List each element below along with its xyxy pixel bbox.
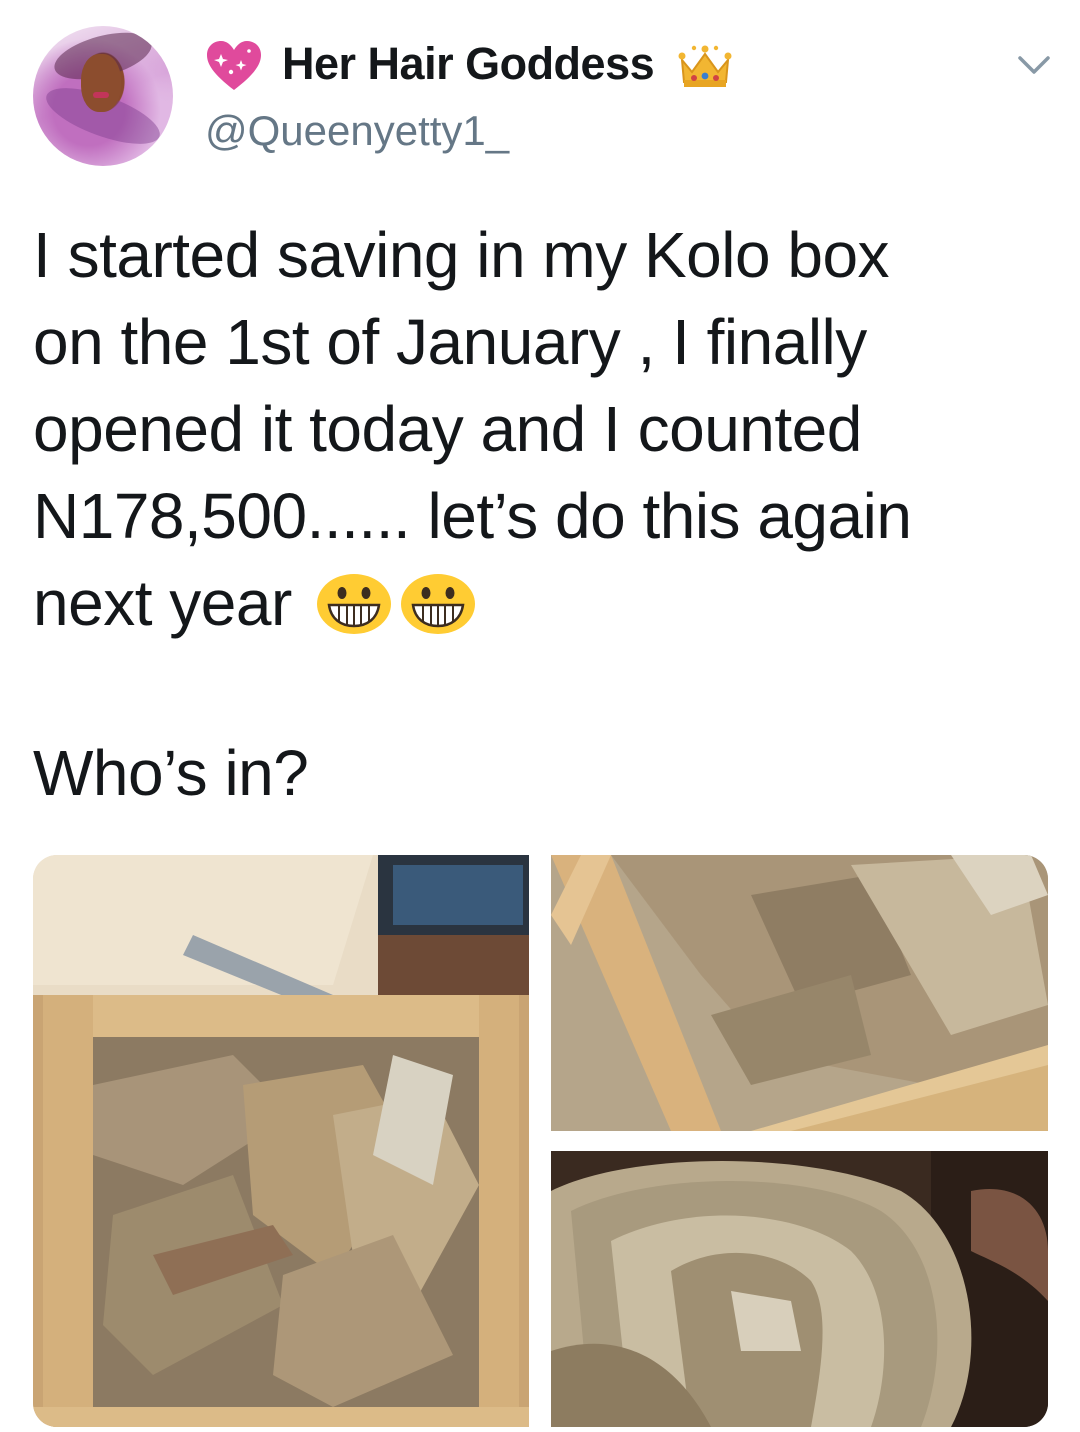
avatar[interactable] bbox=[33, 26, 173, 166]
chevron-down-icon[interactable] bbox=[1016, 53, 1052, 77]
tweet-text: I started saving in my Kolo box on the 1… bbox=[33, 212, 1043, 647]
photo-kolo-box[interactable] bbox=[33, 855, 529, 1427]
photo-banknote-stack[interactable] bbox=[551, 1151, 1048, 1427]
photo-banknotes-closeup[interactable] bbox=[551, 855, 1048, 1131]
tweet-question: Who’s in? bbox=[33, 737, 309, 809]
display-name[interactable]: Her Hair Goddess bbox=[282, 38, 655, 90]
user-handle[interactable]: @Queenyetty1_ bbox=[205, 106, 509, 156]
media-grid bbox=[33, 855, 1048, 1427]
avatar-face bbox=[81, 54, 121, 112]
sparkling-heart-icon bbox=[207, 41, 261, 90]
grinning-face-icon bbox=[401, 574, 476, 634]
grinning-face-icon bbox=[317, 574, 392, 634]
crown-icon bbox=[678, 45, 732, 87]
